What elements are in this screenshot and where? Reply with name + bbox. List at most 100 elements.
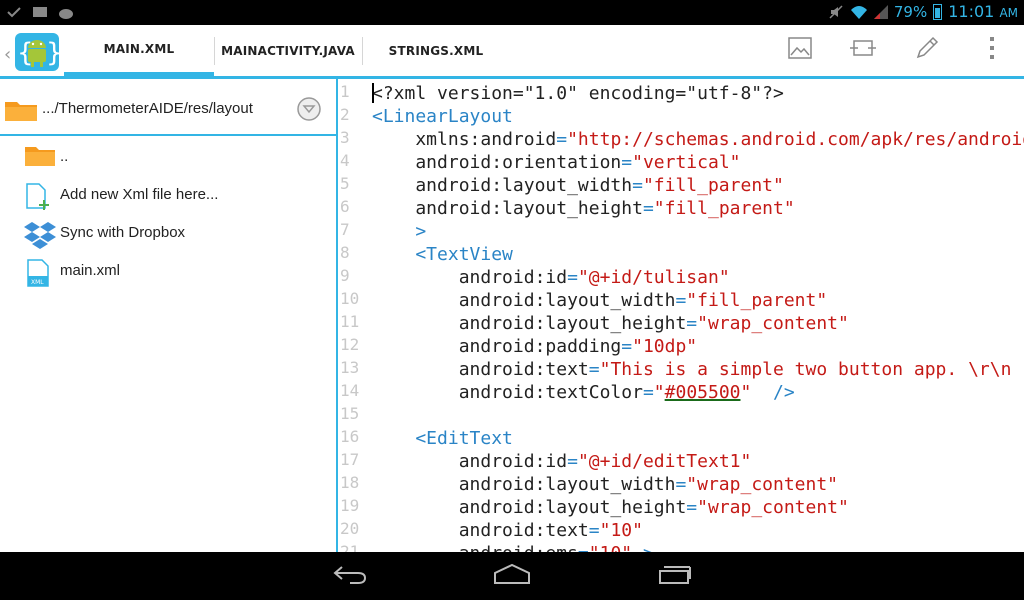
home-icon <box>492 563 532 589</box>
code-token: android <box>372 451 535 472</box>
code-line[interactable]: android:layout_width="wrap_content" <box>372 473 838 496</box>
svg-text:}: } <box>46 38 62 68</box>
file-browser: .../ThermometerAIDE/res/layout .. Add ne… <box>0 79 336 552</box>
code-token: : <box>534 520 546 541</box>
line-number: 15 <box>340 404 360 423</box>
code-line[interactable]: xmlns:android="http://schemas.android.co… <box>372 128 1024 151</box>
code-line[interactable]: android:layout_width="fill_parent" <box>372 174 784 197</box>
code-token: : <box>534 313 546 334</box>
home-button[interactable] <box>492 562 532 590</box>
tab-main-xml[interactable]: MAIN.XML <box>64 25 214 76</box>
code-token: "wrap_content" <box>697 313 849 334</box>
image-icon <box>788 37 812 63</box>
code-token: padding <box>545 336 622 357</box>
code-token: android <box>372 474 535 495</box>
code-line[interactable]: <?xml version="1.0" encoding="utf-8"?> <box>372 82 784 105</box>
list-item-label: Add new Xml file here... <box>60 186 219 203</box>
path-dropdown-button[interactable] <box>296 96 322 126</box>
code-line[interactable]: android:id="@+id/editText1" <box>372 450 752 473</box>
image-button[interactable] <box>785 35 815 65</box>
code-line[interactable]: > <box>372 220 426 243</box>
code-token: android <box>372 520 535 541</box>
dropbox-icon <box>24 220 56 249</box>
tab-strings-xml[interactable]: STRINGS.XML <box>363 25 509 76</box>
code-token: = <box>588 359 600 380</box>
tab-mainactivity-java[interactable]: MAINACTIVITY.JAVA <box>215 25 361 76</box>
code-line[interactable]: android:text="This is a simple two butto… <box>372 358 1012 381</box>
code-line[interactable]: android:textColor="#005500" /> <box>372 381 795 404</box>
code-token: : <box>534 474 546 495</box>
file-browser-header: .../ThermometerAIDE/res/layout <box>0 79 336 136</box>
list-item-label: Sync with Dropbox <box>60 224 186 241</box>
swap-button[interactable] <box>848 35 878 65</box>
list-item-add-xml[interactable]: Add new Xml file here... <box>0 176 336 214</box>
code-token: " <box>653 382 665 403</box>
line-number: 13 <box>340 358 360 377</box>
code-line[interactable]: android:id="@+id/tulisan" <box>372 266 730 289</box>
line-number: 3 <box>340 128 350 147</box>
code-line[interactable]: android:padding="10dp" <box>372 335 697 358</box>
folder-icon <box>4 98 38 126</box>
status-bar: 79% 11:01 AM <box>0 0 1024 25</box>
code-line[interactable]: android:layout_height="wrap_content" <box>372 312 849 335</box>
code-token: = <box>632 175 643 196</box>
list-item-main-xml[interactable]: XML main.xml <box>0 252 336 290</box>
code-token: "10" <box>599 520 643 541</box>
aide-logo[interactable]: ‹ { } <box>4 31 63 73</box>
code-token: id <box>545 267 568 288</box>
list-item-dropbox[interactable]: Sync with Dropbox <box>0 214 336 252</box>
code-token: : <box>534 451 546 472</box>
wifi-icon <box>850 4 867 20</box>
code-line[interactable]: <EditText <box>372 427 513 450</box>
code-line[interactable]: <LinearLayout <box>372 105 513 128</box>
back-button[interactable] <box>330 562 370 590</box>
code-token: : <box>535 543 546 552</box>
line-number: 12 <box>340 335 360 354</box>
code-token: : <box>469 129 481 150</box>
code-token: "wrap_content" <box>686 474 839 495</box>
code-token: <LinearLayout <box>372 106 513 127</box>
signal-icon <box>872 4 888 20</box>
recent-apps-button[interactable] <box>655 562 695 590</box>
code-line[interactable]: android:layout_height="wrap_content" <box>372 496 849 519</box>
code-token: > <box>372 221 427 242</box>
code-token: "vertical" <box>632 152 741 173</box>
line-number: 10 <box>340 289 360 308</box>
code-editor[interactable]: 1 2 3 4 5 6 7 8 9 10 11 12 13 14 15 16 17 18 19 20 21 <?xml … <box>338 79 1024 552</box>
code-line[interactable]: android:layout_width="fill_parent" <box>372 289 828 312</box>
code-line[interactable]: <TextView <box>372 243 513 266</box>
code-token: android <box>372 175 492 196</box>
overflow-menu-button[interactable] <box>977 35 1007 65</box>
code-token: = <box>621 152 633 173</box>
svg-text:‹: ‹ <box>4 44 11 65</box>
code-token: = <box>642 382 654 403</box>
code-token: text <box>545 520 589 541</box>
line-number: 19 <box>340 496 360 515</box>
current-path: .../ThermometerAIDE/res/layout <box>42 100 253 117</box>
code-token: : <box>534 382 546 403</box>
line-number: 2 <box>340 105 350 124</box>
code-token: android <box>372 267 535 288</box>
code-token: = <box>556 129 568 150</box>
code-line[interactable]: android:ems="10" > <box>372 542 654 552</box>
list-item-parent-folder[interactable]: .. <box>0 138 336 176</box>
overflow-menu-icon <box>988 36 996 64</box>
code-line[interactable]: android:text="10" <box>372 519 643 542</box>
line-number: 8 <box>340 243 350 262</box>
code-line[interactable]: android:layout_height="fill_parent" <box>372 197 794 220</box>
line-number: 18 <box>340 473 360 492</box>
code-token: android <box>372 359 535 380</box>
code-token: : <box>534 290 546 311</box>
code-token: : <box>534 267 546 288</box>
edit-button[interactable] <box>912 35 942 65</box>
code-line[interactable]: android:orientation="vertical" <box>372 151 741 174</box>
code-token: > <box>632 543 654 552</box>
code-token: : <box>534 336 546 357</box>
code-token: <?xml version="1.0" encoding="utf-8"?> <box>372 83 784 104</box>
code-token: "This is a simple two button app. \r\n <box>599 359 1012 380</box>
code-token: android <box>372 543 535 552</box>
line-number: 17 <box>340 450 360 469</box>
line-number: 5 <box>340 174 350 193</box>
code-token: <EditText <box>372 428 513 449</box>
code-token: = <box>642 198 654 219</box>
